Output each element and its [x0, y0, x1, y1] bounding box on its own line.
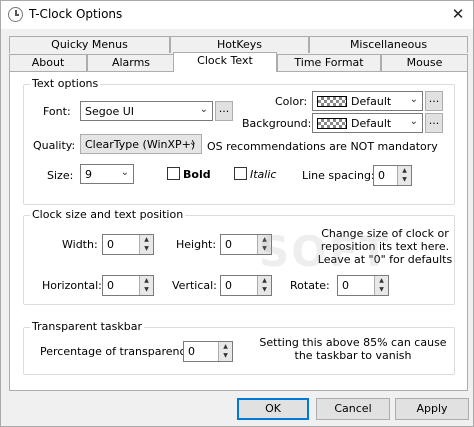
spin-down-icon[interactable]: ▼ — [218, 351, 232, 361]
clock-size-hint-line3: Leave at "0" for defaults — [317, 253, 453, 266]
text-options-title: Text options — [30, 77, 101, 90]
italic-checkbox[interactable] — [234, 167, 247, 180]
color-label: Color: — [275, 95, 308, 108]
chevron-down-icon: ⌄ — [409, 94, 418, 105]
horizontal-label: Horizontal: — [42, 279, 102, 292]
options-window: T-Clock Options ✕ Quicky Menus HotKeys M… — [0, 0, 474, 427]
clock-size-hint-line1: Change size of clock or — [321, 227, 449, 240]
chevron-down-icon: ⌄ — [188, 137, 197, 148]
font-value: Segoe UI — [85, 105, 135, 118]
title-bar: T-Clock Options ✕ — [1, 1, 473, 29]
background-combo[interactable]: Default ⌄ — [312, 113, 423, 133]
ok-button[interactable]: OK — [237, 398, 309, 420]
line-spacing-value: 0 — [378, 169, 385, 182]
clock-size-hint: Change size of clock or reposition its t… — [310, 227, 460, 266]
line-spacing-label: Line spacing: — [302, 169, 375, 182]
tab-mouse[interactable]: Mouse — [381, 54, 468, 71]
vertical-label: Vertical: — [172, 279, 217, 292]
quality-label: Quality: — [33, 139, 76, 152]
transparency-hint-line2: the taskbar to vanish — [294, 349, 412, 362]
tab-about[interactable]: About — [9, 54, 87, 71]
spin-down-icon[interactable]: ▼ — [139, 244, 153, 254]
clock-size-hint-line2: reposition its text here. — [320, 240, 450, 253]
rotate-value: 0 — [342, 279, 349, 292]
height-label: Height: — [176, 238, 217, 251]
transparency-spinner[interactable]: 0 ▲ ▼ — [183, 341, 233, 362]
quality-combo[interactable]: ClearType (WinXP+) ⌄ — [80, 134, 202, 154]
color-swatch — [317, 96, 347, 107]
horizontal-spinner[interactable]: 0 ▲ ▼ — [102, 275, 154, 296]
transparency-hint-line1: Setting this above 85% can cause — [259, 336, 447, 349]
spin-down-icon[interactable]: ▼ — [139, 285, 153, 295]
chevron-down-icon: ⌄ — [409, 116, 418, 127]
size-value: 9 — [85, 168, 92, 181]
rotate-label: Rotate: — [290, 279, 330, 292]
color-combo[interactable]: Default ⌄ — [312, 91, 423, 111]
color-value: Default — [351, 95, 392, 108]
vertical-spinner[interactable]: 0 ▲ ▼ — [220, 275, 272, 296]
line-spacing-spinner[interactable]: 0 ▲ ▼ — [373, 165, 412, 186]
font-label: Font: — [43, 105, 71, 118]
size-label: Size: — [47, 169, 74, 182]
background-browse-button[interactable]: ... — [425, 113, 443, 133]
background-label: Background: — [242, 117, 312, 130]
transparent-taskbar-title: Transparent taskbar — [30, 320, 145, 333]
size-combo[interactable]: 9 ⌄ — [80, 164, 134, 184]
transparency-hint: Setting this above 85% can cause the tas… — [248, 336, 458, 362]
italic-label: Italic — [250, 168, 277, 181]
tab-clock-text[interactable]: Clock Text — [173, 52, 277, 72]
close-button[interactable]: ✕ — [443, 1, 473, 29]
width-value: 0 — [107, 238, 114, 251]
window-title: T-Clock Options — [29, 7, 123, 21]
tab-quicky-menus[interactable]: Quicky Menus — [9, 36, 170, 53]
clock-size-title: Clock size and text position — [30, 208, 186, 221]
tab-miscellaneous[interactable]: Miscellaneous — [309, 36, 468, 53]
vertical-value: 0 — [225, 279, 232, 292]
chevron-down-icon: ⌄ — [120, 167, 129, 178]
spin-down-icon[interactable]: ▼ — [397, 175, 411, 185]
font-combo[interactable]: Segoe UI ⌄ — [80, 101, 213, 121]
apply-button[interactable]: Apply — [395, 398, 469, 420]
tab-alarms[interactable]: Alarms — [87, 54, 175, 71]
background-swatch — [317, 118, 347, 129]
transparency-value: 0 — [188, 345, 195, 358]
chevron-down-icon: ⌄ — [199, 104, 208, 115]
quality-note: OS recommendations are NOT mandatory — [207, 140, 438, 153]
bold-checkbox[interactable] — [167, 167, 180, 180]
width-label: Width: — [62, 238, 98, 251]
color-browse-button[interactable]: ... — [425, 91, 443, 111]
spin-down-icon[interactable]: ▼ — [374, 285, 388, 295]
clock-text-panel: Text options Font: Segoe UI ⌄ ... Color:… — [9, 71, 468, 391]
transparency-label: Percentage of transparency: — [40, 345, 195, 358]
tab-hotkeys[interactable]: HotKeys — [170, 36, 309, 53]
spin-down-icon[interactable]: ▼ — [257, 285, 271, 295]
rotate-spinner[interactable]: 0 ▲ ▼ — [337, 275, 389, 296]
height-value: 0 — [225, 238, 232, 251]
quality-value: ClearType (WinXP+) — [85, 138, 196, 151]
height-spinner[interactable]: 0 ▲ ▼ — [220, 234, 272, 255]
clock-icon — [8, 7, 23, 22]
spin-down-icon[interactable]: ▼ — [257, 244, 271, 254]
width-spinner[interactable]: 0 ▲ ▼ — [102, 234, 154, 255]
horizontal-value: 0 — [107, 279, 114, 292]
bold-label: Bold — [183, 168, 211, 181]
font-browse-button[interactable]: ... — [215, 101, 233, 121]
background-value: Default — [351, 117, 392, 130]
tab-time-format[interactable]: Time Format — [277, 54, 381, 71]
cancel-button[interactable]: Cancel — [316, 398, 390, 420]
